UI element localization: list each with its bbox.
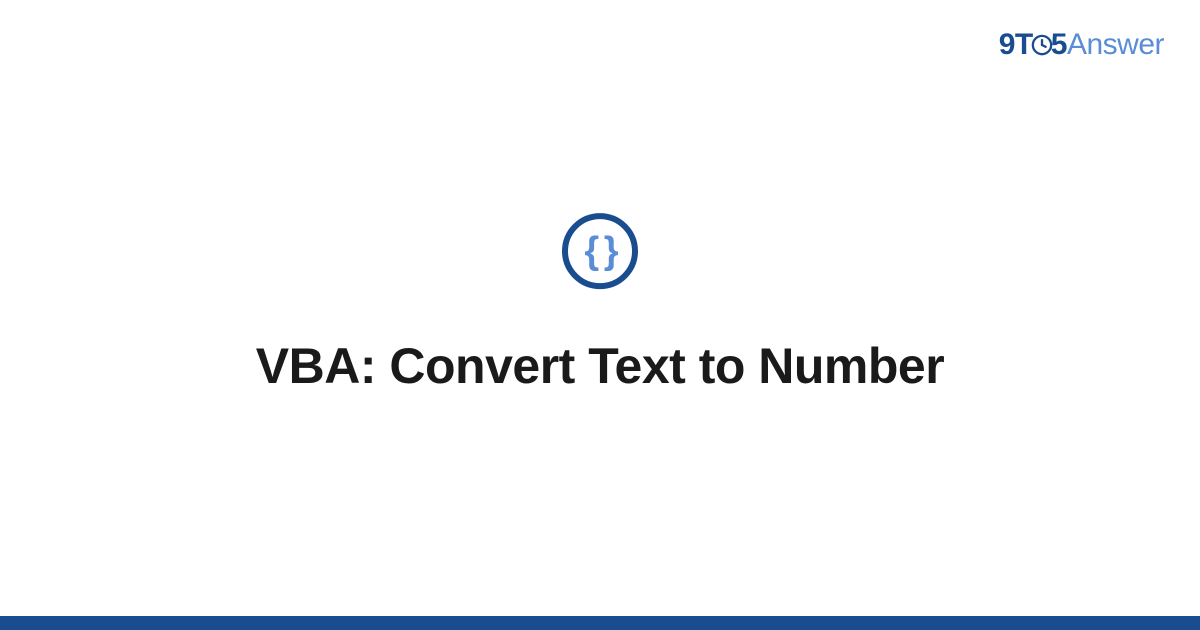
- page-title: VBA: Convert Text to Number: [256, 337, 944, 395]
- brand-part-9t: 9T: [999, 28, 1033, 61]
- brand-part-5: 5: [1051, 28, 1067, 61]
- main-content: { } VBA: Convert Text to Number: [0, 213, 1200, 395]
- bottom-accent-bar: [0, 616, 1200, 630]
- code-braces-icon: { }: [562, 213, 638, 289]
- brand-part-answer: Answer: [1067, 28, 1164, 61]
- brand-logo: 9T 5Answer: [999, 28, 1164, 62]
- braces-glyph: { }: [584, 232, 615, 270]
- clock-icon: [1031, 34, 1053, 56]
